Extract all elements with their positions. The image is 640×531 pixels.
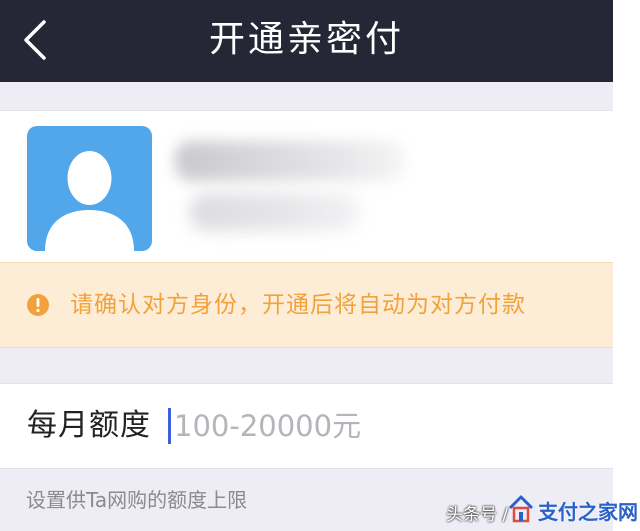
watermark-prefix: 头条号 / [446, 505, 509, 525]
monthly-limit-label: 每月额度 [27, 408, 151, 443]
house-logo-icon [508, 495, 534, 523]
text-cursor [168, 408, 171, 444]
chevron-left-icon [24, 20, 46, 60]
exclamation-circle-icon [27, 294, 49, 316]
right-margin [613, 0, 640, 531]
monthly-limit-row: 每月额度 [0, 383, 613, 469]
monthly-limit-input[interactable] [168, 408, 594, 444]
screen: 开通亲密付 请确认对方身份，开通后将自动为对方付款 每月额度 100-20000… [0, 0, 640, 531]
blurred-account-id [190, 193, 360, 231]
warning-notice: 请确认对方身份，开通后将自动为对方付款 [0, 262, 613, 348]
page-title: 开通亲密付 [208, 19, 404, 60]
profile-card [0, 110, 613, 263]
user-avatar-icon [27, 126, 152, 251]
warning-text: 请确认对方身份，开通后将自动为对方付款 [70, 292, 526, 318]
back-button[interactable] [14, 16, 62, 64]
watermark-brand: 支付之家网 [538, 500, 638, 524]
navigation-bar: 开通亲密付 [0, 0, 613, 82]
blurred-account-name [175, 141, 405, 181]
app-page: 开通亲密付 请确认对方身份，开通后将自动为对方付款 每月额度 100-20000… [0, 0, 613, 531]
watermark: 头条号 / 支付之家网 [446, 494, 640, 531]
limit-hint: 设置供Ta网购的额度上限 [26, 488, 248, 512]
